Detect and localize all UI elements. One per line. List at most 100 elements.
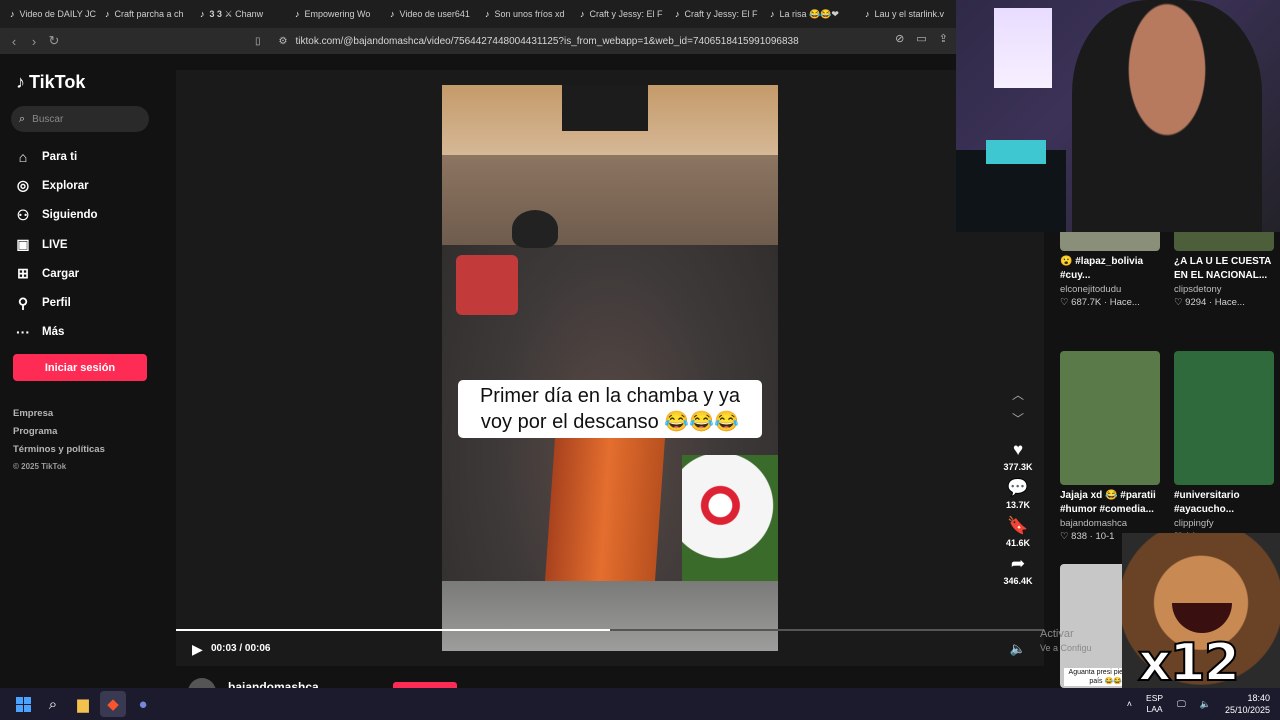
- windows-start-icon[interactable]: [10, 691, 36, 717]
- video-player[interactable]: Primer día en la chamba y ya voy por el …: [442, 85, 778, 651]
- network-icon[interactable]: 🖵: [1177, 699, 1186, 710]
- recommendation-author[interactable]: bajandomashca: [1060, 518, 1166, 529]
- scene-flowers: [682, 455, 778, 581]
- footer-link-terminos[interactable]: Términos y políticas: [13, 444, 105, 462]
- search-input[interactable]: [32, 113, 133, 125]
- scene-helmet: [512, 210, 558, 248]
- tiktok-logo[interactable]: ♪ TikTok: [16, 72, 85, 93]
- recommendation-thumbnail[interactable]: [1060, 351, 1160, 485]
- bookmark-icon: 🔖: [1007, 516, 1029, 535]
- tray-chevron-icon[interactable]: ˄: [1127, 699, 1132, 709]
- file-explorer-icon[interactable]: ▆: [70, 691, 96, 717]
- reload-icon[interactable]: ↻: [44, 33, 64, 49]
- taskbar-search-icon[interactable]: ⌕: [40, 691, 66, 717]
- browser-tab[interactable]: ♪ Craft y Jessy: El F: [574, 3, 668, 25]
- tiktok-tab-icon: ♪: [200, 9, 205, 19]
- author-avatar[interactable]: [188, 678, 216, 688]
- browser-tab[interactable]: ♪ Video de DAILY JC: [4, 3, 98, 25]
- previous-video-icon[interactable]: ︿: [996, 386, 1040, 410]
- recommendation-meta: ♡ 9294 · Hace...: [1174, 297, 1245, 308]
- sidebar-item-para-ti[interactable]: ⌂ Para ti: [14, 142, 98, 171]
- url-field[interactable]: ▯ ⚙ tiktok.com/@bajandomashca/video/7564…: [255, 30, 955, 52]
- tab-label: Empowering Wo: [304, 9, 371, 19]
- heart-icon: ♥: [1012, 440, 1024, 459]
- recommendation-card[interactable]: #universitario #ayacucho...clippingfy♡ (…: [1174, 351, 1280, 542]
- footer-link-programa[interactable]: Programa: [13, 426, 105, 444]
- progress-bar[interactable]: [176, 629, 1044, 631]
- tiktok-tab-icon: ♪: [295, 9, 300, 19]
- forward-icon[interactable]: ›: [24, 34, 44, 49]
- discord-icon[interactable]: ●: [130, 691, 156, 717]
- reaction-mouth: [1172, 603, 1232, 633]
- browser-tab[interactable]: ♪ Craft y Jessy: El F: [669, 3, 763, 25]
- share-icon[interactable]: ⇪: [939, 32, 948, 45]
- recommendation-author[interactable]: clippingfy: [1174, 518, 1280, 529]
- taskbar: ⌕ ▆ ◆ ● ˄ ESP LAA 🖵 🔈 18:40 25/10/2025: [0, 688, 1280, 720]
- bookmark-icon[interactable]: ▯: [255, 36, 261, 47]
- sidebar-item-label: Para ti: [42, 150, 78, 163]
- recommendation-title: ¿A LA U LE CUESTA EN EL NACIONAL...: [1174, 256, 1272, 281]
- sidebar-item-perfil[interactable]: ⚲ Perfil: [14, 288, 98, 317]
- cast-icon[interactable]: ▭: [916, 32, 926, 45]
- share-arrow-icon: ➦: [1010, 554, 1026, 573]
- browser-tab[interactable]: ♪ 𝟑 𝟑 ⚔ Chanw: [194, 3, 288, 25]
- play-icon[interactable]: ▶: [192, 641, 203, 658]
- recommendation-author[interactable]: clipsdetony: [1174, 284, 1280, 295]
- tab-label: Craft y Jessy: El F: [684, 9, 758, 19]
- next-video-icon[interactable]: ﹀: [996, 410, 1040, 434]
- brave-browser-icon[interactable]: ◆: [100, 691, 126, 717]
- copyright: © 2025 TikTok: [13, 462, 67, 471]
- sidebar-item-live[interactable]: ▣ LIVE: [14, 230, 98, 259]
- following-icon: ⚇: [16, 206, 30, 223]
- sidebar-item-label: LIVE: [42, 238, 68, 251]
- reader-icon[interactable]: ⊘: [895, 32, 904, 45]
- clock-time: 18:40: [1247, 693, 1270, 703]
- search-icon: ⌕: [19, 112, 26, 125]
- home-icon: ⌂: [18, 148, 28, 165]
- sidebar-item-explorar[interactable]: ◎ Explorar: [14, 171, 98, 200]
- video-scene: [442, 155, 778, 582]
- tiktok-tab-icon: ♪: [770, 9, 775, 19]
- comment-count: 13.7K: [1005, 500, 1031, 510]
- recommendation-meta: ♡ 687.7K · Hace...: [1060, 297, 1140, 308]
- sidebar-item-más[interactable]: ··· Más: [14, 318, 98, 347]
- tiktok-tab-icon: ♪: [580, 9, 585, 19]
- language-indicator[interactable]: ESP LAA: [1146, 693, 1163, 715]
- sidebar-item-siguiendo[interactable]: ⚇ Siguiendo: [14, 201, 98, 230]
- upload-icon: ⊞: [17, 265, 29, 282]
- footer-link-empresa[interactable]: Empresa: [13, 408, 105, 426]
- browser-tab[interactable]: ♪ Craft parcha a ch: [99, 3, 193, 25]
- profile-icon: ⚲: [17, 294, 29, 311]
- sidebar-item-cargar[interactable]: ⊞ Cargar: [14, 259, 98, 288]
- windows-activation-watermark: Activar Ve a Configu: [1040, 627, 1092, 655]
- sidebar: ♪ TikTok ⌕ ⌂ Para ti ◎ Explorar ⚇ Siguiendo ▣ L…: [0, 54, 176, 688]
- comment-action[interactable]: 💬 13.7K: [996, 478, 1040, 510]
- recommendation-card[interactable]: Jajaja xd 😂 #paratii #humor #comedia... b…: [1060, 351, 1166, 542]
- browser-tab[interactable]: ♪ La risa 😂😂❤: [764, 3, 858, 25]
- browser-tab[interactable]: ♪ Empowering Wo: [289, 3, 383, 25]
- browser-tab[interactable]: ♪ Son unos fríos xd: [479, 3, 573, 25]
- webcam-monitor: [986, 140, 1046, 164]
- video-time: 00:03 / 00:06: [211, 643, 271, 654]
- live-icon: ▣: [16, 236, 30, 253]
- scene-dirt: [442, 155, 778, 245]
- recommendation-thumbnail[interactable]: [1174, 351, 1274, 485]
- speaker-icon[interactable]: 🔈: [1200, 699, 1211, 710]
- browser-tab[interactable]: ♪ Lau y el starlink.v: [859, 3, 953, 25]
- video-scene-top: [442, 85, 778, 155]
- tiktok-tab-icon: ♪: [105, 9, 110, 19]
- recommendation-title: 😮 #lapaz_bolivia #cuy...: [1060, 256, 1144, 281]
- volume-icon[interactable]: 🔈: [1010, 641, 1026, 657]
- scene-hat: [562, 85, 648, 131]
- share-action[interactable]: ➦ 346.4K: [996, 554, 1040, 586]
- save-action[interactable]: 🔖 41.6K: [996, 516, 1040, 548]
- login-button[interactable]: Iniciar sesión: [13, 354, 147, 381]
- site-info-icon[interactable]: ⚙: [279, 36, 288, 47]
- like-action[interactable]: ♥ 377.3K: [996, 440, 1040, 472]
- recommendation-author[interactable]: elconejitodudu: [1060, 284, 1166, 295]
- author-name[interactable]: bajandomashca: [228, 680, 319, 688]
- clock[interactable]: 18:40 25/10/2025: [1225, 692, 1270, 716]
- more-icon: ···: [16, 324, 30, 341]
- browser-tab[interactable]: ♪ Video de user641: [384, 3, 478, 25]
- back-icon[interactable]: ‹: [4, 34, 24, 49]
